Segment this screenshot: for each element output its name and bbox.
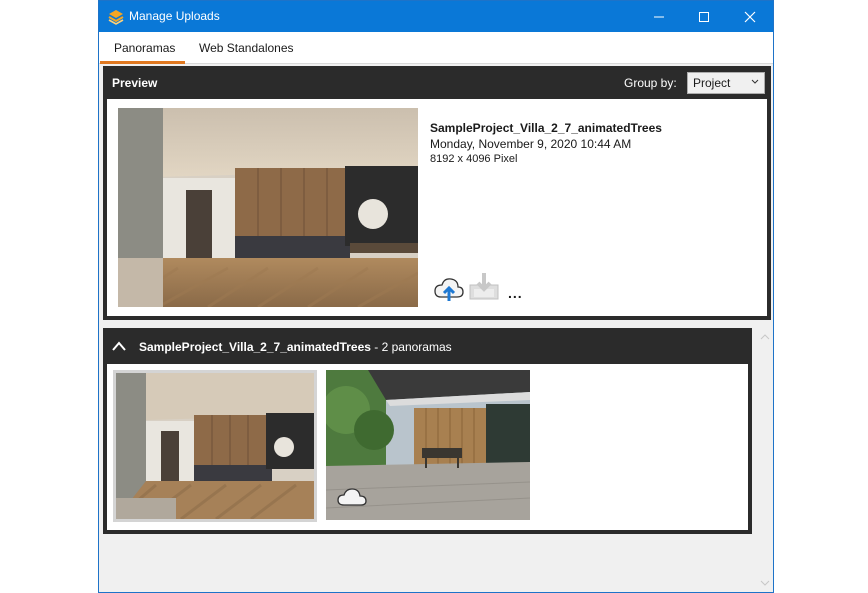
- close-button[interactable]: [727, 1, 773, 32]
- panorama-thumbnail-2[interactable]: [326, 370, 530, 520]
- download-icon: [469, 273, 499, 300]
- group-by-label: Group by:: [624, 76, 677, 90]
- preview-item-date: Monday, November 9, 2020 10:44 AM: [430, 137, 632, 151]
- cloud-upload-icon: [434, 278, 464, 301]
- app-logo-icon: [108, 9, 124, 25]
- preview-header: Preview Group by: Project: [103, 66, 771, 98]
- scroll-down-arrow-icon[interactable]: [760, 579, 770, 587]
- tab-web-standalones[interactable]: Web Standalones: [199, 41, 294, 55]
- upload-button[interactable]: [433, 275, 465, 303]
- project-group-count: - 2 panoramas: [370, 340, 452, 354]
- close-icon: [744, 11, 756, 22]
- panorama-thumbnail-1[interactable]: [113, 370, 317, 522]
- cloud-icon: [337, 487, 367, 509]
- manage-uploads-window: Manage Uploads Panoramas Web Standalones…: [98, 0, 774, 593]
- active-tab-indicator: [100, 61, 185, 64]
- preview-title: Preview: [112, 76, 158, 90]
- collapse-chevron-icon[interactable]: [111, 340, 127, 352]
- download-button[interactable]: [468, 271, 500, 301]
- project-group-header[interactable]: SampleProject_Villa_2_7_animatedTrees - …: [103, 328, 752, 364]
- preview-item-resolution: 8192 x 4096 Pixel: [430, 153, 518, 165]
- group-by-select[interactable]: Project: [687, 72, 765, 94]
- title-bar[interactable]: Manage Uploads: [99, 1, 773, 32]
- tab-panoramas[interactable]: Panoramas: [114, 41, 175, 55]
- preview-item-name: SampleProject_Villa_2_7_animatedTrees: [430, 121, 662, 135]
- preview-panel: Preview Group by: Project SampleProject_…: [103, 66, 771, 320]
- more-options-button[interactable]: ...: [508, 285, 523, 301]
- project-group-panel: SampleProject_Villa_2_7_animatedTrees - …: [103, 328, 752, 534]
- preview-body: SampleProject_Villa_2_7_animatedTrees Mo…: [107, 99, 767, 316]
- dropdown-chevron-icon: [751, 79, 759, 84]
- preview-image: [118, 108, 418, 307]
- scroll-up-arrow-icon[interactable]: [760, 333, 770, 341]
- group-by-value: Project: [693, 76, 731, 90]
- minimize-button[interactable]: [636, 1, 682, 32]
- maximize-icon: [699, 11, 709, 22]
- window-title: Manage Uploads: [129, 9, 220, 23]
- project-group-title: SampleProject_Villa_2_7_animatedTrees - …: [139, 340, 452, 354]
- maximize-button[interactable]: [681, 1, 727, 32]
- minimize-icon: [654, 16, 664, 17]
- tab-bar: Panoramas Web Standalones: [99, 32, 773, 64]
- project-group-body: [107, 364, 748, 530]
- project-group-name: SampleProject_Villa_2_7_animatedTrees: [139, 340, 371, 354]
